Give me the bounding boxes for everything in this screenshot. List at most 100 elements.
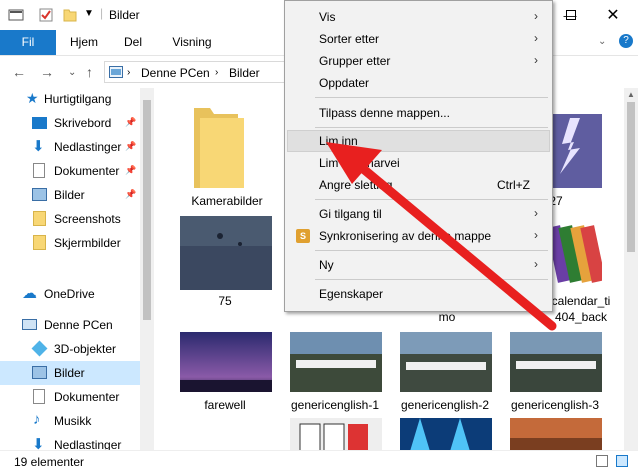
menu-item-customize-folder[interactable]: Tilpass denne mappen... (287, 102, 550, 124)
sidebar-item-desktop[interactable]: Skrivebord 📌 (0, 111, 140, 135)
cloud-icon: ☁ (22, 285, 37, 302)
image-thumbnail[interactable] (400, 332, 492, 392)
menu-item-label: Lim inn (319, 134, 358, 148)
cube-icon (31, 340, 48, 357)
recent-locations-icon[interactable]: ⌄ (68, 67, 76, 78)
menu-item-refresh[interactable]: Oppdater (287, 72, 550, 94)
image-thumbnail[interactable] (510, 332, 602, 392)
scroll-up-icon[interactable]: ▲ (627, 90, 635, 99)
breadcrumb-separator-icon: › (215, 67, 219, 78)
pin-icon[interactable]: 📌 (125, 117, 136, 128)
submenu-arrow-icon: › (534, 257, 538, 271)
pin-icon[interactable]: 📌 (125, 189, 136, 200)
sidebar-scrollbar[interactable] (140, 88, 154, 450)
image-thumbnail[interactable] (290, 332, 382, 392)
file-explorer-window: ▼ | Bilder — ✕ Fil Hjem Del Visning ⌄ ? … (0, 0, 638, 471)
sidebar-item-pictures-pc[interactable]: Bilder (0, 361, 140, 385)
details-view-icon[interactable] (596, 455, 608, 467)
tab-share[interactable]: Del (116, 30, 150, 55)
pin-icon[interactable]: 📌 (125, 141, 136, 152)
file-label[interactable]: 75 (170, 294, 280, 308)
sidebar-item-quick-access[interactable]: ★ Hurtigtilgang (0, 87, 140, 111)
up-icon[interactable]: ↑ (86, 64, 93, 80)
sidebar-item-screenshots[interactable]: Screenshots (0, 207, 140, 231)
explorer-app-icon[interactable] (8, 7, 24, 23)
file-view-scrollbar[interactable]: ▲ (624, 88, 638, 450)
menu-item-paste[interactable]: Lim inn (287, 130, 550, 152)
sidebar-item-this-pc[interactable]: Denne PCen (0, 313, 140, 337)
sidebar-item-music[interactable]: ♪ Musikk (0, 409, 140, 433)
folder-icon (33, 211, 46, 226)
submenu-arrow-icon: › (534, 206, 538, 220)
tab-view[interactable]: Visning (164, 30, 220, 55)
file-label[interactable]: genericenglish-2 (390, 398, 500, 412)
menu-item-give-access[interactable]: Gi tilgang til › (287, 203, 550, 225)
scrollbar-thumb[interactable] (627, 102, 635, 252)
menu-item-sync-folder[interactable]: S Synkronisering av denne mappe › (287, 225, 550, 247)
file-label[interactable]: farewell (170, 398, 280, 412)
music-icon: ♪ (33, 411, 41, 428)
image-thumbnail[interactable] (180, 216, 272, 290)
image-thumbnail[interactable] (180, 332, 272, 392)
menu-separator (315, 97, 548, 98)
menu-item-view[interactable]: Vis › (287, 6, 550, 28)
menu-item-label: Vis (319, 10, 336, 24)
sidebar-item-documents[interactable]: Dokumenter 📌 (0, 159, 140, 183)
menu-item-group-by[interactable]: Grupper etter › (287, 50, 550, 72)
help-icon[interactable]: ? (619, 34, 633, 48)
sidebar-item-skjermbilder[interactable]: Skjermbilder (0, 231, 140, 255)
file-label[interactable]: Kamerabilder (172, 194, 282, 208)
menu-item-sort-by[interactable]: Sorter etter › (287, 28, 550, 50)
properties-icon[interactable] (38, 7, 54, 23)
breadcrumb-pictures[interactable]: Bilder (229, 66, 260, 80)
submenu-arrow-icon: › (534, 53, 538, 67)
tab-home[interactable]: Hjem (62, 30, 106, 55)
file-label[interactable]: genericenglish-3 (500, 398, 610, 412)
breadcrumb-separator-icon: › (127, 67, 131, 78)
sidebar-item-documents-pc[interactable]: Dokumenter (0, 385, 140, 409)
file-label[interactable]: mo (392, 310, 502, 324)
breadcrumb-this-pc[interactable]: Denne PCen (141, 66, 210, 80)
sidebar-item-label: Dokumenter (54, 390, 120, 404)
close-icon: ✕ (606, 7, 620, 24)
sidebar-item-label: Hurtigtilgang (44, 92, 112, 106)
quick-access-dropdown-icon[interactable]: ▼ (84, 8, 94, 19)
scrollbar-thumb[interactable] (143, 100, 151, 320)
sidebar-item-3d-objects[interactable]: 3D-objekter (0, 337, 140, 361)
menu-item-label: Oppdater (319, 76, 370, 90)
item-count: 19 elementer (14, 455, 85, 469)
sidebar-item-downloads[interactable]: ⬇ Nedlastinger 📌 (0, 135, 140, 159)
menu-item-paste-shortcut[interactable]: Lim inn snarvei (287, 152, 550, 174)
sidebar-item-label: Nedlastinger (54, 140, 122, 154)
address-bar[interactable]: › Denne PCen › Bilder (104, 61, 304, 83)
file-label[interactable]: genericenglish-1 (280, 398, 390, 412)
folder-thumbnail[interactable] (186, 102, 246, 190)
menu-item-undo-delete[interactable]: Angre sletting Ctrl+Z (287, 174, 550, 196)
image-thumbnail[interactable] (400, 418, 492, 450)
sidebar-item-onedrive[interactable]: ☁ OneDrive (0, 282, 140, 306)
folder-icon (33, 235, 46, 250)
file-label[interactable]: 404_back (526, 310, 624, 324)
menu-item-label: Angre sletting (319, 178, 393, 192)
menu-item-label: Egenskaper (319, 287, 384, 301)
sidebar-item-label: 3D-objekter (54, 342, 117, 356)
image-thumbnail[interactable] (548, 220, 602, 288)
pin-icon[interactable]: 📌 (125, 165, 136, 176)
new-folder-icon[interactable] (62, 7, 78, 23)
download-icon: ⬇ (32, 138, 45, 155)
menu-item-properties[interactable]: Egenskaper (287, 283, 550, 305)
menu-item-new[interactable]: Ny › (287, 254, 550, 276)
image-thumbnail[interactable] (290, 418, 382, 450)
tab-file[interactable]: Fil (0, 30, 56, 55)
large-icons-view-icon[interactable] (616, 455, 628, 467)
menu-item-label: Lim inn snarvei (319, 156, 400, 170)
forward-icon[interactable]: → (40, 64, 54, 80)
image-thumbnail[interactable] (510, 418, 602, 450)
sidebar-item-pictures[interactable]: Bilder 📌 (0, 183, 140, 207)
document-icon (33, 163, 45, 178)
sidebar-item-label: Bilder (54, 366, 85, 380)
maximize-button[interactable] (560, 0, 582, 30)
ribbon-expand-icon[interactable]: ⌄ (598, 36, 606, 47)
close-button[interactable]: ✕ (596, 0, 630, 30)
back-icon[interactable]: ← (12, 64, 26, 80)
